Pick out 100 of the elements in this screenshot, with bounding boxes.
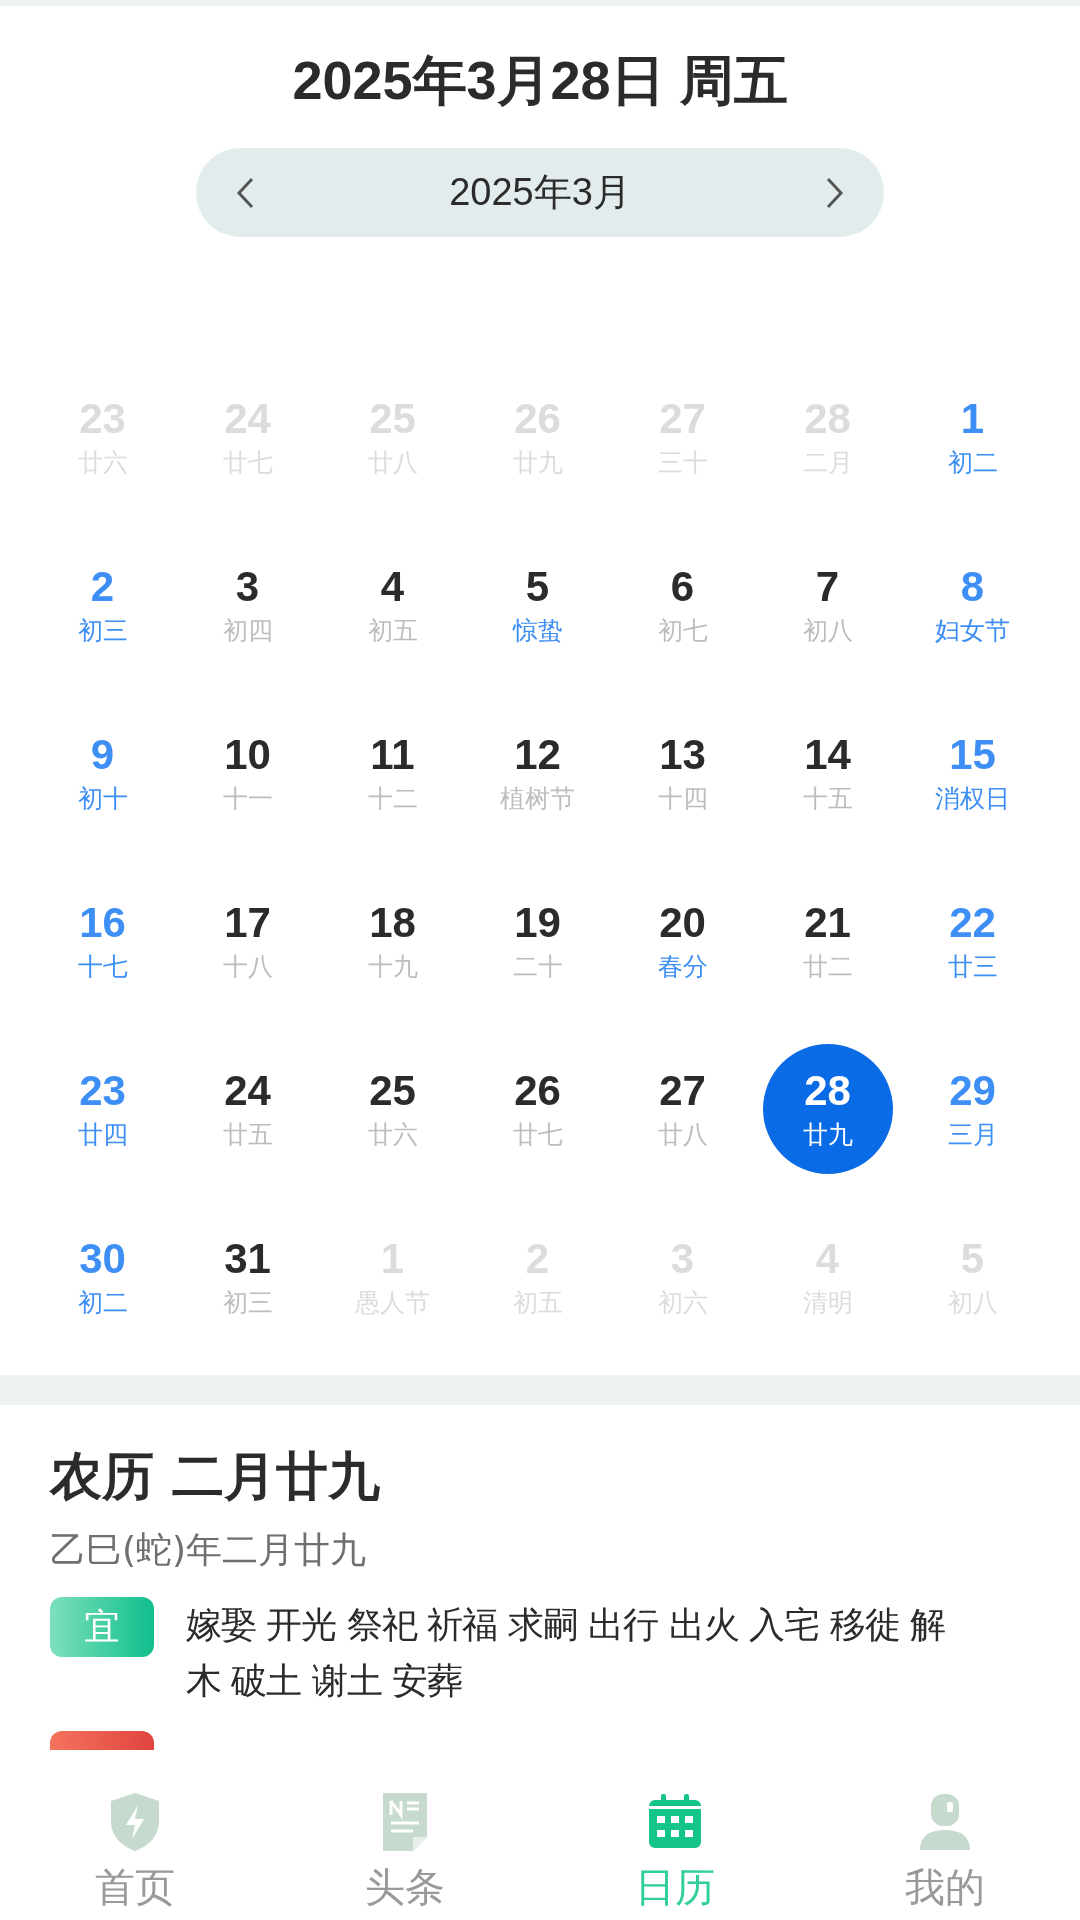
day-cell[interactable]: 14 十五 [762, 708, 893, 838]
day-number: 29 [949, 1066, 996, 1116]
day-cell[interactable]: 4 初五 [327, 540, 458, 670]
day-cell[interactable]: 23 廿四 [37, 1044, 168, 1174]
day-cell[interactable]: 12 植树节 [472, 708, 603, 838]
day-number: 11 [370, 730, 415, 780]
lunar-date: 廿四 [77, 1119, 128, 1151]
lunar-date: 十五 [802, 783, 853, 815]
day-number: 7 [815, 562, 840, 612]
day-cell[interactable]: 15 消权日 [907, 708, 1038, 838]
nav-tab[interactable]: 首页 [0, 1775, 270, 1920]
lunar-date: 廿二 [802, 951, 853, 983]
day-number: 24 [224, 1066, 271, 1116]
day-cell[interactable]: 1 初二 [907, 372, 1038, 502]
day-number: 26 [514, 1066, 561, 1116]
lunar-date: 妇女节 [935, 615, 1010, 647]
nav-tab[interactable]: 头条 [270, 1775, 540, 1920]
day-number: 31 [224, 1234, 271, 1284]
day-number: 23 [79, 1066, 126, 1116]
day-cell[interactable]: 10 十一 [182, 708, 313, 838]
day-number: 22 [949, 898, 996, 948]
day-cell[interactable]: 25 廿六 [327, 1044, 458, 1174]
activity-list: 木 破土 谢土 安葬 [186, 1653, 945, 1709]
day-cell[interactable]: 3 初四 [182, 540, 313, 670]
day-number: 21 [804, 898, 851, 948]
day-number: 1 [960, 394, 985, 444]
lunar-date: 初三 [77, 615, 128, 647]
lunar-date: 三月 [947, 1119, 998, 1151]
lunar-date: 廿六 [367, 1119, 418, 1151]
day-number: 12 [514, 730, 561, 780]
day-cell[interactable]: 16 十七 [37, 876, 168, 1006]
day-number: 27 [659, 1066, 706, 1116]
lunar-date: 廿九 [802, 1119, 853, 1151]
lunar-date: 十七 [77, 951, 128, 983]
day-cell[interactable]: 9 初十 [37, 708, 168, 838]
month-label: 2025年3月 [449, 170, 631, 215]
day-number: 28 [804, 1066, 851, 1116]
day-number: 19 [514, 898, 561, 948]
day-cell[interactable]: 5 惊蛰 [472, 540, 603, 670]
lunar-date: 十八 [222, 951, 273, 983]
lunar-date: 十二 [367, 783, 418, 815]
day-cell[interactable]: 26 廿七 [472, 1044, 603, 1174]
activity-list: 嫁娶 开光 祭祀 祈福 求嗣 出行 出火 入宅 移徙 解 [186, 1597, 945, 1653]
lunar-date: 廿七 [512, 1119, 563, 1151]
day-cell[interactable]: 27 廿八 [617, 1044, 748, 1174]
lunar-date: 消权日 [935, 783, 1010, 815]
festival-label: 春分 [657, 951, 708, 983]
lunar-date: 十四 [657, 783, 708, 815]
day-number: 15 [949, 730, 996, 780]
day-cell[interactable]: 21 廿二 [762, 876, 893, 1006]
date-title: 2025年3月28日 周五 [292, 49, 788, 112]
ganzhi-date: 乙巳(蛇)年二月廿九 [50, 1528, 368, 1572]
lunar-date: 廿八 [657, 1119, 708, 1151]
day-cell[interactable]: 29 三月 [907, 1044, 1038, 1174]
nav-tab[interactable]: 日历 [540, 1775, 810, 1920]
lunar-date-title: 农历 二月廿九 [50, 1445, 382, 1508]
day-cell[interactable]: 24 廿五 [182, 1044, 313, 1174]
day-cell[interactable]: 19 二十 [472, 876, 603, 1006]
day-number: 5 [525, 562, 550, 612]
lunar-date: 初四 [222, 615, 273, 647]
lunar-date: 初三 [222, 1287, 273, 1319]
lunar-date: 二十 [512, 951, 563, 983]
day-number: 14 [804, 730, 851, 780]
lunar-date: 十一 [222, 783, 273, 815]
person-icon [918, 1792, 972, 1852]
day-cell[interactable]: 7 初八 [762, 540, 893, 670]
day-cell[interactable]: 11 十二 [327, 708, 458, 838]
day-number: 10 [224, 730, 271, 780]
lunar-date: 植树节 [500, 783, 575, 815]
day-number: 2 [90, 562, 115, 612]
day-cell[interactable]: 31 初三 [182, 1212, 313, 1342]
selected-day-cell[interactable]: 28 廿九 [762, 1044, 893, 1174]
day-cell[interactable]: 22 廿三 [907, 876, 1038, 1006]
day-number: 6 [670, 562, 695, 612]
lunar-date: 初七 [657, 615, 708, 647]
day-number: 17 [224, 898, 271, 948]
lunar-date: 初八 [802, 615, 853, 647]
day-number: 8 [960, 562, 985, 612]
day-number: 13 [659, 730, 706, 780]
nav-tab[interactable]: 我的 [810, 1775, 1080, 1920]
day-cell[interactable]: 8 妇女节 [907, 540, 1038, 670]
day-cell[interactable]: 17 十八 [182, 876, 313, 1006]
day-number: 25 [369, 1066, 416, 1116]
day-cell[interactable]: 2 初三 [37, 540, 168, 670]
day-number: 30 [79, 1234, 126, 1284]
day-cell[interactable]: 18 十九 [327, 876, 458, 1006]
lunar-date: 初二 [947, 447, 998, 479]
lunar-date: 廿五 [222, 1119, 273, 1151]
lunar-date: 初二 [77, 1287, 128, 1319]
day-cell[interactable]: 20 春分 [617, 876, 748, 1006]
lunar-date: 初十 [77, 783, 128, 815]
day-cell[interactable]: 30 初二 [37, 1212, 168, 1342]
festival-label: 惊蛰 [512, 615, 563, 647]
day-number: 20 [659, 898, 706, 948]
lunar-date: 初五 [367, 615, 418, 647]
day-number: 3 [235, 562, 260, 612]
lunar-date: 廿三 [947, 951, 998, 983]
day-cell[interactable]: 6 初七 [617, 540, 748, 670]
day-cell[interactable]: 13 十四 [617, 708, 748, 838]
day-number: 16 [79, 898, 126, 948]
